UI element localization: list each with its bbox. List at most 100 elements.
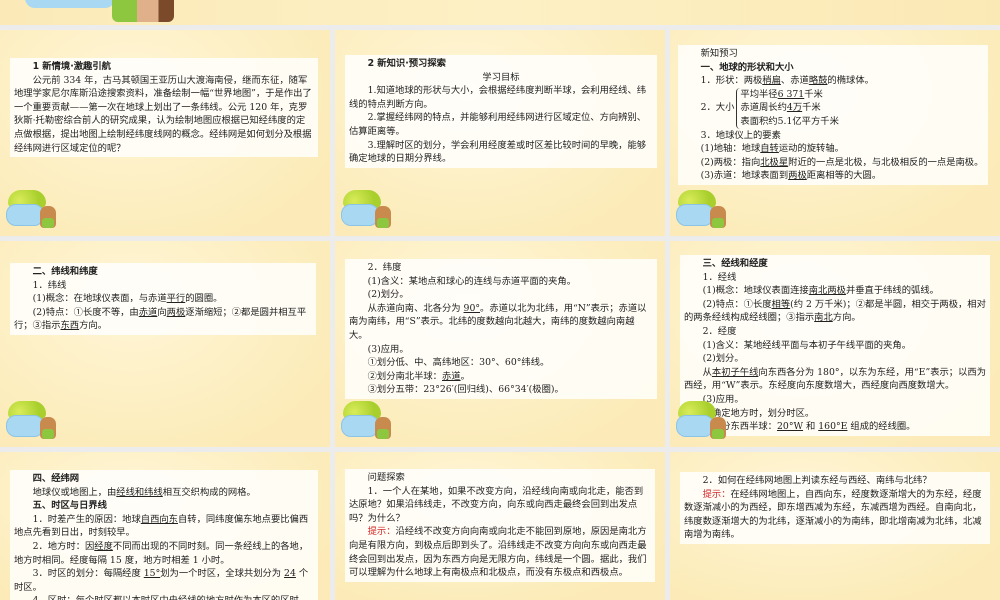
previous-slide-strip: [0, 0, 1000, 25]
section-heading: 三、经线和经度: [684, 257, 986, 271]
text-run: 赤道周长约: [740, 102, 787, 114]
slide-latitude-lines[interactable]: 二、纬线和纬度 1．纬线 (1)概念：在地球仪表面，与赤道平行的圆圈。 (2)特点：①…: [0, 241, 330, 447]
text-run: 二、纬线和纬度: [32, 266, 98, 277]
paragraph: 从本初子午线向东西各分为 180°，以东为东经，用“E”表示；以西为西经，用“W…: [684, 366, 986, 393]
paragraph: 1．形状：两极稍扁、赤道略鼓的椭球体。: [682, 74, 984, 88]
text-run: (3)赤道：地球表面到: [700, 170, 789, 182]
paragraph: 2．地方时：因经度不同而出现的不同时刻。同一条经线上的各地，地方时相同。经度每隔…: [14, 540, 314, 567]
paragraph: 提示：在经纬网地图上，自西向东，经度数逐渐增大的为东经，经度数逐渐减小的为西经，…: [684, 488, 986, 542]
bear-plant-decoration-icon: [341, 397, 401, 441]
brace-line: 赤道周长约4万千米: [740, 101, 838, 115]
text-run: 公元前 334 年，古马其顿国王亚历山大渡海南侵，继而东征，随军地理学家尼尔库斯…: [14, 74, 312, 154]
slide-text-box: 二、纬线和纬度 1．纬线 (1)概念：在地球仪表面，与赤道平行的圆圈。 (2)特点：①…: [10, 263, 316, 335]
text-run: 附近的一点是北极，与北极相反的一点是南极。: [788, 156, 984, 168]
key-term: 稍扁: [762, 75, 781, 87]
paragraph: (3)应用。: [349, 343, 653, 357]
paragraph: 1．纬线: [14, 279, 312, 293]
slide-goals[interactable]: 2 新知识·预习探索 学习目标 1.知道地球的形状与大小，会根据经纬度判断半球，会利…: [335, 30, 665, 236]
section-heading: 1 新情境·激趣引航: [14, 60, 314, 74]
paragraph: (1)概念：地球仪表面连接南北两极并垂直于纬线的弧线。: [684, 284, 986, 298]
text-run: 3.理解时区的划分，学会利用经度差或时区差比较时间的早晚，能够确定地球的日期分界…: [349, 139, 647, 165]
brace-label: 2．大小: [700, 102, 735, 114]
text-run: (1)地轴：地球: [700, 143, 761, 155]
text-run: 三、经线和经度: [702, 258, 768, 269]
paragraph: 新知预习: [682, 47, 984, 61]
slide-question-1[interactable]: 问题探索 1．一个人在某地，如果不改变方向，沿经线向南或向北走，能否到达原地？如果…: [335, 452, 665, 600]
text-run: 划为一个时区，全球共划分为: [160, 568, 285, 580]
text-run: 1．一个人在某地，如果不改变方向，沿经线向南或向北走，能否到达原地？如果沿纬线走…: [349, 485, 644, 524]
paragraph: 1．一个人在某地，如果不改变方向，沿经线向南或向北走，能否到达原地？如果沿纬线走…: [349, 485, 651, 526]
paragraph: (1)地轴：地球自转运动的旋转轴。: [682, 142, 984, 156]
slide-latitude[interactable]: 2．纬度 (1)含义：某地点和球心的连线与赤道平面的夹角。 (2)划分。 从赤道向南、…: [335, 241, 665, 447]
text-run: 平均半径: [740, 88, 778, 100]
text-run: 从赤道向南、北各分为: [367, 302, 464, 314]
paragraph: (2)特点：①长度不等，由赤道向两极逐渐缩短；②都是圆并相互平行；③指示东西方向…: [14, 306, 312, 333]
text-run: (1)含义：某地经线平面与本初子午线平面的夹角。: [702, 339, 911, 351]
key-term: 赤道: [138, 306, 158, 318]
key-term: 90°: [463, 302, 481, 314]
text-run: 学习目标: [482, 71, 520, 83]
key-term: 6 371: [777, 88, 805, 100]
paragraph: 1．经线: [684, 271, 986, 285]
text-run: 相互交织构成的网格。: [162, 486, 256, 498]
text-run: 2．如何在经纬网地图上判读东经与西经、南纬与北纬？: [702, 475, 932, 486]
text-run: 表面积约5.1亿平方千米: [740, 115, 839, 127]
text-run: 千米: [802, 102, 821, 114]
paragraph: 3．时区的划分：每隔经度 15°划为一个时区，全球共划分为 24 个时区。: [14, 567, 314, 594]
slide-text-box: 新知预习 一、地球的形状和大小 1．形状：两极稍扁、赤道略鼓的椭球体。 2．大小 平均半…: [678, 45, 988, 185]
paragraph: 4．区时：每个时区都以本时区中央经线的地方时作为本区的区时。: [14, 594, 314, 600]
brace-line: 表面积约5.1亿平方千米: [740, 115, 838, 129]
paragraph: 公元前 334 年，古马其顿国王亚历山大渡海南侵，继而东征，随军地理学家尼尔库斯…: [14, 74, 314, 156]
key-term: 160°E: [818, 421, 848, 433]
text-run: 4．区时：每个时区都以本时区中央经线的地方时作为本区的区时。: [33, 595, 309, 600]
bear-decoration: [112, 0, 174, 22]
slide-preview[interactable]: 新知预习 一、地球的形状和大小 1．形状：两极稍扁、赤道略鼓的椭球体。 2．大小 平均半…: [670, 30, 1000, 236]
section-heading: 二、纬线和纬度: [14, 265, 312, 279]
key-term: 20°W: [776, 421, 804, 433]
bear-plant-decoration-icon: [676, 397, 736, 441]
paragraph: (3)赤道：地球表面到两极距离相等的大圆。: [682, 169, 984, 183]
slide-text-box: 2．如何在经纬网地图上判读东经与西经、南纬与北纬？ 提示：在经纬网地图上，自西向东…: [680, 472, 990, 544]
slide-longitude[interactable]: 三、经线和经度 1．经线 (1)概念：地球仪表面连接南北两极并垂直于纬线的弧线。 (2…: [670, 241, 1000, 447]
text-run: (2)特点：①长度不等，由: [32, 306, 139, 318]
key-term: 4万: [786, 102, 803, 114]
paragraph: 1．时差产生的原因：地球自西向东自转，同纬度偏东地点要比偏西地点先看到日出，时刻…: [14, 513, 314, 540]
slide-graticule-timezones[interactable]: 四、经纬网 地球仪或地图上，由经线和纬线相互交织构成的网格。 五、时区与日界线 1．时…: [0, 452, 330, 600]
paragraph: (2)两极：指向北极星附近的一点是北极，与北极相反的一点是南极。: [682, 156, 984, 170]
text-run: 问题探索: [367, 472, 405, 483]
paragraph: ③划分五带：23°26′(回归线)、66°34′(极圈)。: [349, 383, 653, 397]
paragraph: 3．地球仪上的要素: [682, 129, 984, 143]
text-run: 1.知道地球的形状与大小，会根据经纬度判断半球，会利用经线、纬线的特点判断方向。: [349, 85, 647, 110]
section-heading: 2 新知识·预习探索: [349, 57, 653, 71]
section-heading: 五、时区与日界线: [14, 499, 314, 513]
text-run: 的椭球体。: [827, 75, 874, 87]
paragraph: 1.知道地球的形状与大小，会根据经纬度判断半球，会利用经线、纬线的特点判断方向。: [349, 84, 653, 111]
text-run: 方向。: [832, 312, 861, 324]
text-run: 距离相等的大圆。: [806, 170, 882, 182]
slide-text-box: 1 新情境·激趣引航公元前 334 年，古马其顿国王亚历山大渡海南侵，继而东征，…: [10, 58, 318, 158]
text-run: 2.掌握经纬网的特点，并能够利用经纬网进行区域定位、方向辨别、估算距离等。: [349, 112, 647, 137]
text-run: 一、地球的形状和大小: [700, 61, 794, 73]
key-term: 经度: [94, 540, 113, 552]
paragraph: 学习目标: [349, 71, 653, 85]
key-term: 东西: [60, 320, 80, 332]
text-run: 并垂直于纬线的弧线。: [845, 285, 939, 297]
slide-intro[interactable]: 1 新情境·激趣引航公元前 334 年，古马其顿国王亚历山大渡海南侵，继而东征，…: [0, 30, 330, 236]
text-run: 从: [702, 366, 712, 378]
paragraph: 从赤道向南、北各分为 90°。赤道以北为北纬，用“N”表示；赤道以南为南纬，用“…: [349, 302, 653, 343]
key-term: 北极星: [760, 156, 789, 168]
slide-question-2[interactable]: 2．如何在经纬网地图上判读东经与西经、南纬与北纬？ 提示：在经纬网地图上，自西向东…: [670, 452, 1000, 600]
paragraph: (2)特点：①长度相等(约 2 万千米)；②都是半圆，相交于两极，相对的两条经线…: [684, 298, 986, 325]
paragraph: (1)含义：某地点和球心的连线与赤道平面的夹角。: [349, 275, 653, 289]
paragraph: 2.掌握经纬网的特点，并能够利用经纬网进行区域定位、方向辨别、估算距离等。: [349, 111, 653, 138]
bear-plant-decoration-icon: [676, 186, 736, 230]
paragraph: (1)含义：某地经线平面与本初子午线平面的夹角。: [684, 339, 986, 353]
text-run: 、赤道: [780, 75, 809, 87]
text-run: 千米: [804, 88, 823, 100]
key-term: 经线和纬线: [116, 486, 163, 498]
text-run: 1 新情境·激趣引航: [32, 61, 111, 72]
text-run: 组成的经线圈。: [847, 421, 916, 433]
hint-label: 提示：: [702, 488, 731, 500]
brace-line: 平均半径6 371千米: [740, 88, 838, 102]
text-run: 。: [460, 370, 470, 382]
